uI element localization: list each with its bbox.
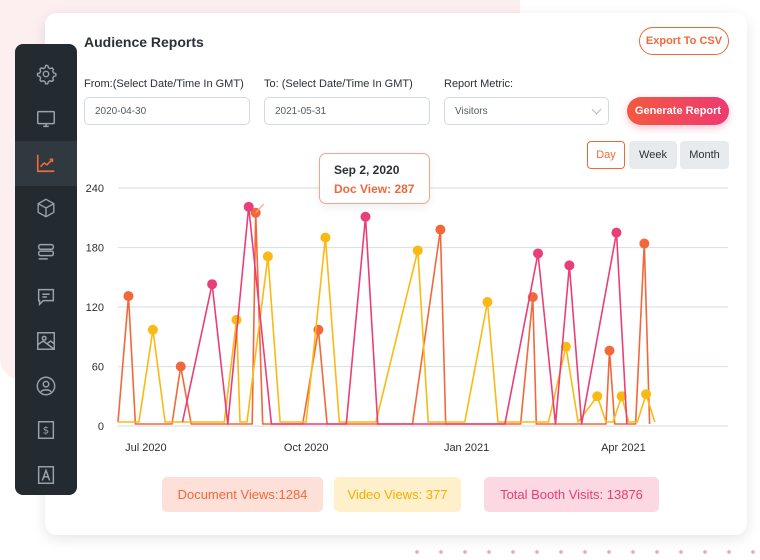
chat-icon bbox=[37, 288, 55, 306]
data-point bbox=[435, 224, 446, 235]
y-tick-label: 120 bbox=[86, 302, 104, 314]
data-point bbox=[641, 389, 652, 400]
y-tick-label: 0 bbox=[98, 421, 104, 433]
y-tick-label: 240 bbox=[86, 183, 104, 195]
chart-tooltip: Sep 2, 2020 Doc View: 287 bbox=[319, 153, 430, 204]
x-tick-label: Apr 2021 bbox=[601, 442, 646, 454]
sidebar-item-booths[interactable] bbox=[15, 186, 77, 231]
data-point bbox=[604, 345, 615, 356]
font-icon bbox=[37, 465, 55, 484]
series-line-booth-visits bbox=[181, 206, 628, 425]
booth-visits-badge: Total Booth Visits: 13876 bbox=[484, 477, 659, 512]
data-point bbox=[412, 245, 423, 256]
data-point bbox=[482, 297, 493, 308]
data-point bbox=[533, 248, 544, 259]
data-point bbox=[207, 279, 218, 290]
sidebar-item-settings[interactable] bbox=[15, 52, 77, 97]
y-tick-label: 180 bbox=[86, 243, 104, 255]
x-tick-label: Jan 2021 bbox=[444, 442, 489, 454]
x-tick-label: Oct 2020 bbox=[284, 442, 329, 454]
data-point bbox=[611, 227, 622, 238]
data-point bbox=[175, 361, 186, 372]
tooltip-value: Doc View: 287 bbox=[334, 182, 415, 196]
tooltip-date: Sep 2, 2020 bbox=[334, 163, 400, 177]
cube-icon bbox=[37, 198, 55, 218]
sidebar-item-media[interactable] bbox=[15, 319, 77, 364]
image-icon bbox=[37, 332, 55, 351]
list-icon bbox=[37, 244, 55, 260]
monitor-icon bbox=[37, 110, 55, 127]
sidebar: $ bbox=[15, 44, 77, 495]
sidebar-item-users[interactable] bbox=[15, 364, 77, 409]
gear-icon bbox=[36, 64, 57, 85]
sidebar-item-chat[interactable] bbox=[15, 275, 77, 320]
sidebar-item-reports[interactable] bbox=[15, 141, 77, 186]
chart-trend-icon bbox=[36, 155, 55, 173]
data-point bbox=[262, 251, 273, 262]
data-point bbox=[639, 238, 650, 249]
data-point bbox=[231, 314, 242, 325]
data-point bbox=[360, 211, 371, 222]
video-views-badge: Video Views: 377 bbox=[334, 477, 461, 512]
sidebar-item-billing[interactable]: $ bbox=[15, 408, 77, 453]
line-chart: 0 60 120 180 240 Jul 2020 Oct 2020 Jan 2021 Apr … bbox=[86, 183, 728, 454]
x-tick-label: Jul 2020 bbox=[125, 442, 167, 454]
sidebar-item-display[interactable] bbox=[15, 97, 77, 142]
y-tick-label: 60 bbox=[92, 362, 104, 374]
sidebar-item-typography[interactable] bbox=[15, 453, 77, 498]
document-views-badge: Document Views:1284 bbox=[162, 477, 323, 512]
data-point bbox=[243, 201, 254, 212]
data-point bbox=[320, 232, 331, 243]
svg-text:$: $ bbox=[43, 426, 49, 437]
data-point bbox=[147, 324, 158, 335]
data-point bbox=[592, 391, 603, 402]
dollar-icon: $ bbox=[37, 421, 55, 440]
user-circle-icon bbox=[36, 376, 56, 396]
data-point bbox=[564, 260, 575, 271]
data-point bbox=[123, 291, 134, 302]
sidebar-item-agenda[interactable] bbox=[15, 230, 77, 275]
